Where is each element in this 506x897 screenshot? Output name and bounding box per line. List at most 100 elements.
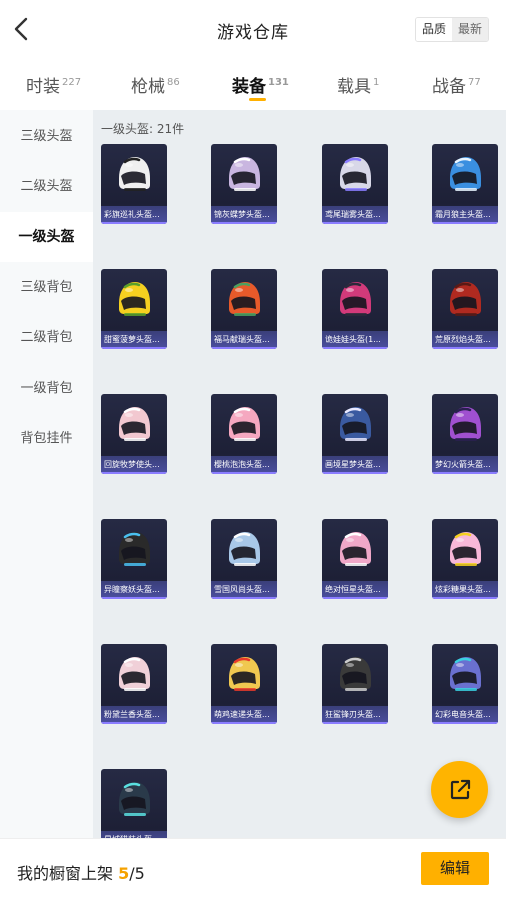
quality-bar bbox=[211, 722, 277, 724]
item-name: 炫彩糖果头盔... bbox=[435, 585, 491, 594]
quality-bar bbox=[101, 722, 167, 724]
quality-bar bbox=[211, 597, 277, 599]
helmet-icon bbox=[119, 407, 150, 441]
item-card[interactable]: 福马献瑞头盔... bbox=[211, 269, 277, 349]
item-card[interactable]: 锦灰蝶梦头盔... bbox=[211, 144, 277, 224]
helmet-icon bbox=[340, 532, 371, 566]
item-card[interactable]: 画境星梦头盔... bbox=[322, 394, 388, 474]
quality-bar bbox=[211, 347, 277, 349]
helmet-icon bbox=[450, 282, 481, 316]
helmet-icon bbox=[229, 532, 260, 566]
edit-button[interactable]: 编辑 bbox=[421, 852, 489, 885]
item-card[interactable]: 梦幻火箭头盔... bbox=[432, 394, 498, 474]
quality-bar bbox=[322, 722, 388, 724]
active-tab-indicator bbox=[249, 98, 266, 101]
quality-bar bbox=[322, 472, 388, 474]
tab-count: 227 bbox=[62, 77, 82, 88]
sidebar-item-level3-helmet[interactable]: 三级头盔 bbox=[0, 112, 93, 162]
tab-label: 枪械 bbox=[131, 77, 165, 97]
tab-vehicles[interactable]: 载具 1 bbox=[337, 72, 379, 97]
item-card[interactable]: 狂鲨锋刃头盔... bbox=[322, 644, 388, 724]
item-name: 樱桃泡泡头盔... bbox=[214, 460, 270, 469]
quality-bar bbox=[322, 222, 388, 224]
item-name: 粉黛兰香头盔... bbox=[104, 710, 160, 719]
category-tabs: 时装 227 枪械 86 装备 131 载具 1 战备 77 bbox=[0, 62, 506, 110]
helmet-icon bbox=[229, 157, 260, 191]
tab-supplies[interactable]: 战备 77 bbox=[432, 72, 481, 97]
quality-bar bbox=[432, 472, 498, 474]
quality-bar bbox=[101, 597, 167, 599]
item-card[interactable]: 粉黛兰香头盔... bbox=[101, 644, 167, 724]
quality-bar bbox=[211, 472, 277, 474]
helmet-icon bbox=[450, 407, 481, 441]
item-card[interactable]: 鸢尾瑞雾头盔... bbox=[322, 144, 388, 224]
item-card[interactable]: 雪国风尚头盔... bbox=[211, 519, 277, 599]
item-card[interactable]: 星城猎装头盔... bbox=[101, 769, 167, 838]
helmet-icon bbox=[340, 157, 371, 191]
sort-quality-button[interactable]: 品质 bbox=[416, 18, 452, 41]
item-card[interactable]: 绝对恒星头盔... bbox=[322, 519, 388, 599]
item-name: 彩旗巡礼头盔... bbox=[104, 210, 160, 219]
tab-firearms[interactable]: 枪械 86 bbox=[131, 72, 180, 97]
item-count-label: 一级头盔: 21件 bbox=[101, 122, 185, 136]
quality-bar bbox=[101, 347, 167, 349]
item-name: 回旋牧梦使头... bbox=[104, 460, 160, 469]
item-name: 画境星梦头盔... bbox=[325, 460, 381, 469]
helmet-icon bbox=[229, 407, 260, 441]
item-card[interactable]: 萌鸡速递头盔... bbox=[211, 644, 277, 724]
item-card[interactable]: 诡娃娃头盔(1... bbox=[322, 269, 388, 349]
item-card[interactable]: 异瞳察妖头盔... bbox=[101, 519, 167, 599]
item-name: 鸢尾瑞雾头盔... bbox=[325, 210, 381, 219]
share-fab-button[interactable] bbox=[431, 761, 488, 818]
item-name: 福马献瑞头盔... bbox=[214, 335, 270, 344]
item-card[interactable]: 霜月狼主头盔... bbox=[432, 144, 498, 224]
helmet-icon bbox=[340, 282, 371, 316]
tab-count: 131 bbox=[268, 77, 289, 88]
helmet-icon bbox=[340, 657, 371, 691]
sidebar-item-level1-helmet[interactable]: 一级头盔 bbox=[0, 212, 93, 262]
showcase-label: 我的橱窗上架 bbox=[17, 864, 114, 883]
item-name: 异瞳察妖头盔... bbox=[104, 585, 160, 594]
item-name: 雪国风尚头盔... bbox=[214, 585, 270, 594]
quality-bar bbox=[101, 472, 167, 474]
quality-bar bbox=[101, 222, 167, 224]
sort-newest-button[interactable]: 最新 bbox=[452, 18, 488, 41]
item-grid-panel: 一级头盔: 21件 彩旗巡礼头盔... 锦灰蝶梦头盔... 鸢尾瑞雾头盔... 霜月狼… bbox=[93, 110, 506, 838]
helmet-icon bbox=[119, 782, 150, 816]
sidebar: 三级头盔 二级头盔 一级头盔 三级背包 二级背包 一级背包 背包挂件 bbox=[0, 110, 93, 838]
tab-equipment[interactable]: 装备 131 bbox=[232, 72, 289, 97]
item-card[interactable]: 炫彩糖果头盔... bbox=[432, 519, 498, 599]
sidebar-item-backpack-charm[interactable]: 背包挂件 bbox=[0, 414, 93, 464]
item-name: 锦灰蝶梦头盔... bbox=[214, 210, 270, 219]
item-name: 绝对恒星头盔... bbox=[325, 585, 381, 594]
item-card[interactable]: 回旋牧梦使头... bbox=[101, 394, 167, 474]
helmet-icon bbox=[450, 657, 481, 691]
showcase-capacity: 5 bbox=[134, 864, 145, 883]
tab-count: 86 bbox=[167, 77, 180, 88]
item-card[interactable]: 幻彩电音头盔... bbox=[432, 644, 498, 724]
helmet-icon bbox=[450, 157, 481, 191]
sidebar-item-level2-helmet[interactable]: 二级头盔 bbox=[0, 162, 93, 212]
item-card[interactable]: 樱桃泡泡头盔... bbox=[211, 394, 277, 474]
sidebar-item-level2-backpack[interactable]: 二级背包 bbox=[0, 313, 93, 363]
sidebar-item-level1-backpack[interactable]: 一级背包 bbox=[0, 364, 93, 414]
helmet-icon bbox=[340, 407, 371, 441]
item-card[interactable]: 荒原烈焰头盔... bbox=[432, 269, 498, 349]
header: 游戏仓库 品质 最新 bbox=[0, 0, 506, 60]
quality-bar bbox=[322, 597, 388, 599]
tab-count: 77 bbox=[468, 77, 481, 88]
tab-label: 装备 bbox=[232, 77, 266, 97]
quality-bar bbox=[432, 347, 498, 349]
helmet-icon bbox=[229, 282, 260, 316]
item-card[interactable]: 彩旗巡礼头盔... bbox=[101, 144, 167, 224]
app-root: { "header": { "title": "游戏仓库", "sort_qua… bbox=[0, 0, 506, 897]
item-name: 梦幻火箭头盔... bbox=[435, 460, 491, 469]
item-name: 狂鲨锋刃头盔... bbox=[325, 710, 381, 719]
item-name: 诡娃娃头盔(1... bbox=[325, 335, 381, 344]
quality-bar bbox=[432, 597, 498, 599]
tab-fashion[interactable]: 时装 227 bbox=[26, 72, 81, 97]
item-card[interactable]: 甜蜜菠萝头盔... bbox=[101, 269, 167, 349]
item-name: 霜月狼主头盔... bbox=[435, 210, 491, 219]
helmet-icon bbox=[119, 532, 150, 566]
sidebar-item-level3-backpack[interactable]: 三级背包 bbox=[0, 263, 93, 313]
